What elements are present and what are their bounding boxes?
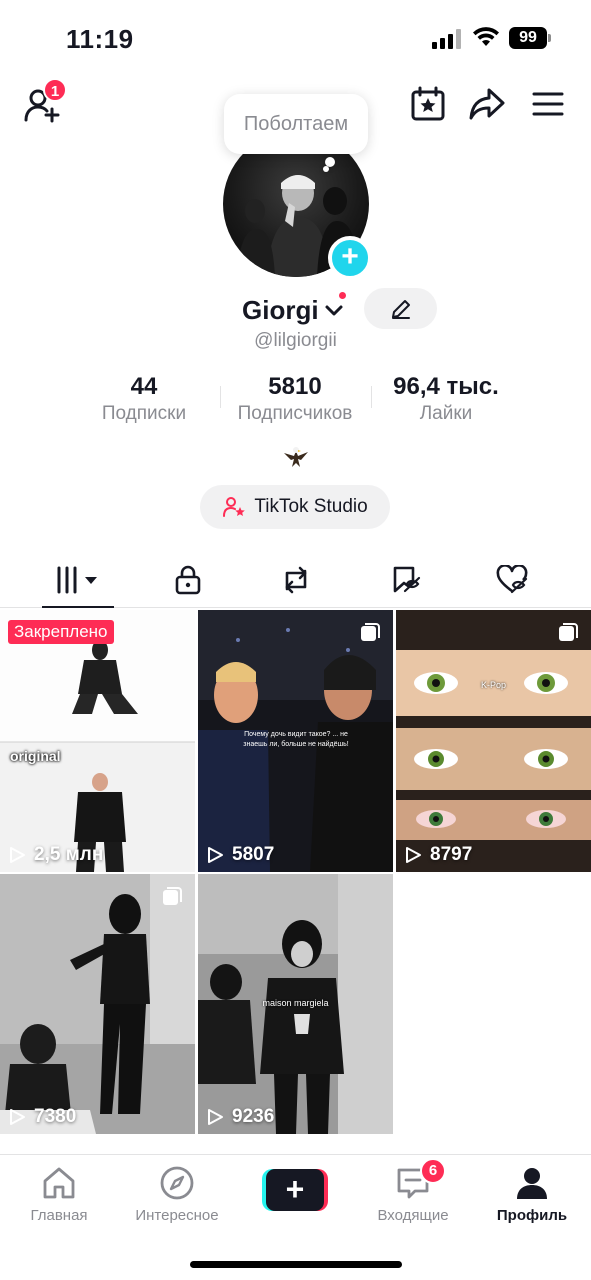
status-dot bbox=[337, 290, 348, 301]
multi-photo-icon bbox=[559, 623, 578, 641]
play-icon bbox=[10, 847, 25, 863]
tooltip-bubble[interactable]: Поболтаем bbox=[224, 94, 368, 154]
video-tile[interactable]: 7380 bbox=[0, 874, 195, 1134]
stat-followers[interactable]: 5810 Подписчиков bbox=[228, 372, 362, 426]
play-icon bbox=[208, 847, 223, 863]
nav-home[interactable]: Главная bbox=[4, 1165, 114, 1224]
calendar-star-icon[interactable] bbox=[410, 86, 446, 122]
play-icon bbox=[406, 847, 421, 863]
stat-label: Подписчиков bbox=[237, 403, 353, 424]
divider bbox=[371, 386, 372, 408]
tab-videos[interactable] bbox=[42, 552, 114, 608]
stat-value: 96,4 тыс. bbox=[393, 373, 499, 400]
wifi-icon bbox=[473, 27, 499, 46]
notification-badge: 1 bbox=[43, 78, 67, 102]
view-count: 7380 bbox=[8, 1106, 76, 1128]
video-thumbnail bbox=[0, 610, 195, 872]
compass-icon bbox=[160, 1166, 194, 1200]
tab-private[interactable] bbox=[160, 552, 216, 608]
stat-following[interactable]: 44 Подписки bbox=[92, 372, 196, 426]
edit-profile-button[interactable] bbox=[364, 288, 437, 329]
menu-icon[interactable] bbox=[532, 90, 564, 118]
video-overlay-text: maison margiela bbox=[262, 998, 329, 1008]
profile-icon bbox=[517, 1168, 547, 1199]
view-count: 5807 bbox=[206, 844, 274, 866]
video-thumbnail bbox=[0, 874, 195, 1134]
eagle-emoji-icon bbox=[284, 447, 308, 467]
nav-discover[interactable]: Интересное bbox=[122, 1165, 232, 1224]
tab-indicator bbox=[42, 606, 114, 608]
username: @lilgiorgii bbox=[254, 330, 337, 351]
home-indicator bbox=[190, 1261, 402, 1268]
nav-label: Интересное bbox=[135, 1207, 219, 1224]
nav-label: Главная bbox=[30, 1207, 88, 1224]
view-count: 2,5 млн bbox=[8, 844, 103, 866]
tab-favorites[interactable] bbox=[378, 552, 434, 608]
pencil-icon bbox=[391, 299, 410, 319]
repost-icon bbox=[285, 566, 307, 594]
play-icon bbox=[208, 1109, 223, 1125]
inbox-badge: 6 bbox=[420, 1158, 446, 1184]
stat-likes[interactable]: 96,4 тыс. Лайки bbox=[380, 372, 512, 426]
stat-value: 44 bbox=[130, 373, 158, 400]
stat-value: 5810 bbox=[268, 373, 322, 400]
play-icon bbox=[10, 1109, 25, 1125]
tab-reposts[interactable] bbox=[268, 552, 324, 608]
view-count: 8797 bbox=[404, 844, 472, 866]
chevron-down-icon bbox=[325, 305, 343, 316]
tiktok-studio-label: TikTok Studio bbox=[254, 496, 368, 517]
avatar-add-button[interactable]: + bbox=[328, 236, 372, 280]
video-tile[interactable]: Закреплено original 2,5 млн bbox=[0, 610, 195, 872]
view-count-value: 8797 bbox=[430, 844, 473, 865]
nav-profile[interactable]: Профиль bbox=[477, 1165, 587, 1224]
display-name: Giorgi bbox=[242, 294, 319, 325]
video-tile[interactable]: maison margiela 9236 bbox=[198, 874, 393, 1134]
status-bar: 11:19 99 bbox=[0, 0, 591, 80]
tab-liked[interactable] bbox=[485, 552, 541, 608]
battery-icon: 99 bbox=[509, 27, 551, 49]
nav-label: Входящие bbox=[377, 1207, 449, 1224]
pinned-badge: Закреплено bbox=[8, 620, 114, 644]
plus-icon: + bbox=[266, 1169, 324, 1211]
stat-label: Подписки bbox=[101, 403, 187, 424]
multi-photo-icon bbox=[163, 887, 182, 905]
view-count-value: 2,5 млн bbox=[34, 844, 104, 865]
creator-person-icon bbox=[223, 497, 246, 517]
name-row[interactable]: Giorgi bbox=[242, 292, 345, 328]
videos-grid-icon bbox=[57, 566, 97, 594]
create-button[interactable]: + bbox=[262, 1169, 328, 1211]
video-overlay-text: Почему дочь видит такое? ... не знаешь л… bbox=[243, 731, 349, 748]
lock-icon bbox=[175, 565, 201, 595]
liked-icon bbox=[496, 565, 528, 594]
multi-photo-icon bbox=[361, 623, 380, 641]
video-overlay-text: K-Pop bbox=[480, 680, 506, 690]
video-overlay-text: original bbox=[10, 748, 61, 764]
cellular-signal-icon bbox=[432, 29, 461, 49]
favorites-icon bbox=[393, 566, 421, 593]
profile-tabs bbox=[0, 552, 591, 608]
home-icon bbox=[43, 1167, 75, 1199]
nav-label: Профиль bbox=[496, 1207, 568, 1224]
view-count-value: 9236 bbox=[232, 1106, 275, 1127]
nav-inbox[interactable]: Входящие bbox=[358, 1165, 468, 1224]
view-count-value: 5807 bbox=[232, 844, 275, 865]
status-time: 11:19 bbox=[66, 24, 134, 54]
view-count-value: 7380 bbox=[34, 1106, 77, 1127]
stat-label: Лайки bbox=[419, 403, 473, 424]
tiktok-studio-button[interactable]: TikTok Studio bbox=[200, 485, 390, 529]
video-tile[interactable]: Почему дочь видит такое? ... не знаешь л… bbox=[198, 610, 393, 872]
divider bbox=[220, 386, 221, 408]
share-icon[interactable] bbox=[468, 86, 506, 122]
video-tile[interactable]: K-Pop 8797 bbox=[396, 610, 591, 872]
video-thumbnail bbox=[396, 610, 591, 872]
battery-level: 99 bbox=[509, 27, 547, 49]
view-count: 9236 bbox=[206, 1106, 274, 1128]
